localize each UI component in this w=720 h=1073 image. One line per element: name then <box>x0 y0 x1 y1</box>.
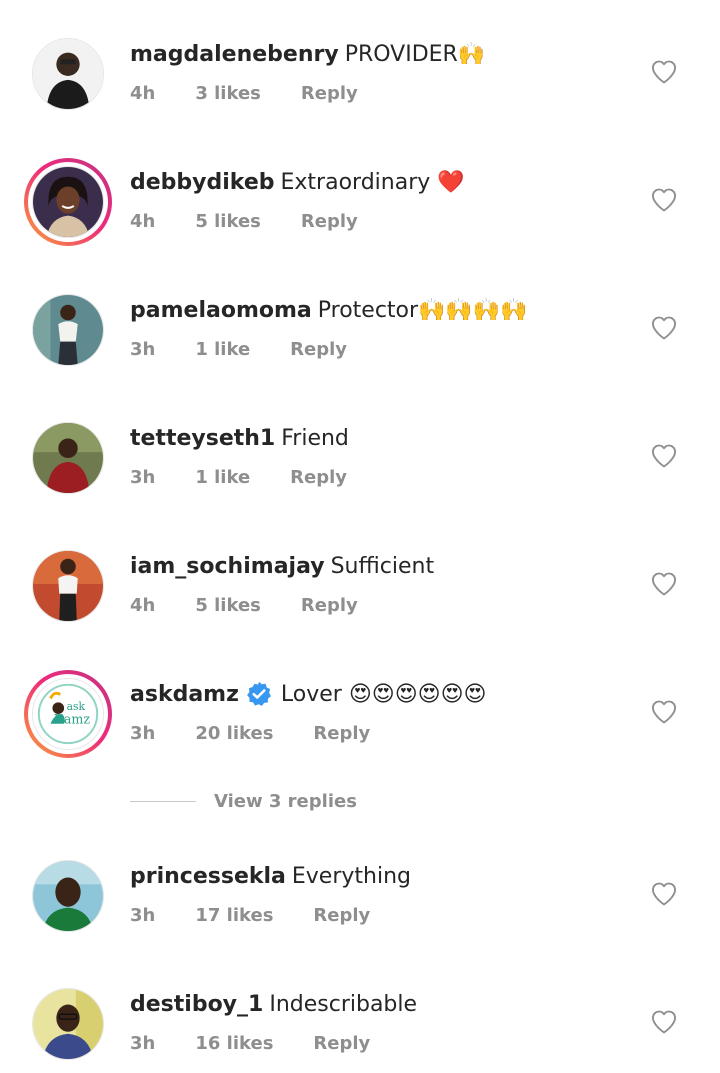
verified-badge-icon <box>247 681 271 706</box>
comment-item: ask Damz askdamz Lover 😍😍😍😍😍😍 3h 20 like… <box>0 670 720 806</box>
username[interactable]: princessekla <box>130 864 286 889</box>
comment-item: pamelaomoma Protector🙌🙌🙌🙌 3h 1 like Repl… <box>0 294 720 422</box>
comment-line: princessekla Everything <box>130 860 411 892</box>
avatar-image <box>32 988 104 1060</box>
comment-meta: 3h 1 like Reply <box>130 334 387 364</box>
heart-outline-icon[interactable] <box>650 186 678 214</box>
likes-count[interactable]: 3 likes <box>195 83 261 104</box>
avatar[interactable] <box>32 860 104 932</box>
avatar-image: ask Damz <box>32 678 104 750</box>
username[interactable]: tetteyseth1 <box>130 426 275 451</box>
heart-outline-icon[interactable] <box>650 880 678 908</box>
comment-line: debbydikeb Extraordinary ❤️ <box>130 166 465 198</box>
comment-text: Extraordinary ❤️ <box>280 169 465 195</box>
comment-time: 4h <box>130 82 156 104</box>
reply-button[interactable]: Reply <box>313 905 370 926</box>
heart-outline-icon[interactable] <box>650 570 678 598</box>
comment-time: 3h <box>130 1032 156 1054</box>
username[interactable]: askdamz <box>130 682 239 707</box>
likes-count[interactable]: 1 like <box>195 467 250 488</box>
comment-line: destiboy_1 Indescribable <box>130 988 417 1020</box>
likes-count[interactable]: 16 likes <box>195 1033 273 1054</box>
comment-text: Friend <box>281 425 349 451</box>
username[interactable]: pamelaomoma <box>130 298 312 323</box>
avatar[interactable] <box>32 422 104 494</box>
avatar[interactable] <box>32 988 104 1060</box>
reply-button[interactable]: Reply <box>301 83 358 104</box>
comment-text: Lover 😍😍😍😍😍😍 <box>280 681 487 707</box>
comment-text: Indescribable <box>269 991 418 1017</box>
comment-time: 4h <box>130 594 156 616</box>
heart-outline-icon[interactable] <box>650 314 678 342</box>
avatar[interactable] <box>32 550 104 622</box>
reply-button[interactable]: Reply <box>290 467 347 488</box>
comment-meta: 3h 16 likes Reply <box>130 1028 410 1058</box>
avatar-image <box>32 550 104 622</box>
comment-item: destiboy_1 Indescribable 3h 16 likes Rep… <box>0 988 720 1073</box>
avatar-image <box>32 422 104 494</box>
heart-outline-icon[interactable] <box>650 442 678 470</box>
likes-count[interactable]: 17 likes <box>195 905 273 926</box>
avatar-image <box>32 166 104 238</box>
avatar-image <box>32 38 104 110</box>
comment-meta: 3h 17 likes Reply <box>130 900 410 930</box>
reply-button[interactable]: Reply <box>290 339 347 360</box>
comment-text: Sufficient <box>330 553 435 579</box>
comment-time: 4h <box>130 210 156 232</box>
comment-item: tetteyseth1 Friend 3h 1 like Reply <box>0 422 720 550</box>
username[interactable]: destiboy_1 <box>130 992 263 1017</box>
comment-line: pamelaomoma Protector🙌🙌🙌🙌 <box>130 294 528 326</box>
likes-count[interactable]: 5 likes <box>195 211 261 232</box>
heart-outline-icon[interactable] <box>650 1008 678 1036</box>
comment-meta: 3h 20 likes Reply <box>130 718 410 748</box>
comment-text: Protector🙌🙌🙌🙌 <box>317 297 528 323</box>
username[interactable]: magdalenebenry <box>130 42 339 67</box>
comment-list: magdalenebenry PROVIDER🙌 4h 3 likes Repl… <box>0 0 720 1073</box>
comment-time: 3h <box>130 722 156 744</box>
view-replies-label: View 3 replies <box>214 790 357 812</box>
heart-outline-icon[interactable] <box>650 58 678 86</box>
comment-text: PROVIDER🙌 <box>344 41 486 67</box>
comment-time: 3h <box>130 338 156 360</box>
view-replies-button[interactable]: View 3 replies <box>130 786 357 816</box>
comment-item: princessekla Everything 3h 17 likes Repl… <box>0 860 720 988</box>
comment-meta: 4h 5 likes Reply <box>130 206 398 236</box>
likes-count[interactable]: 5 likes <box>195 595 261 616</box>
avatar-logo-text: Damz <box>54 712 91 727</box>
comment-meta: 4h 5 likes Reply <box>130 590 398 620</box>
avatar-image <box>32 860 104 932</box>
avatar-image <box>32 294 104 366</box>
comment-meta: 3h 1 like Reply <box>130 462 387 492</box>
comment-time: 3h <box>130 466 156 488</box>
reply-button[interactable]: Reply <box>313 1033 370 1054</box>
username[interactable]: iam_sochimajay <box>130 554 325 579</box>
comment-meta: 4h 3 likes Reply <box>130 78 398 108</box>
avatar[interactable] <box>32 294 104 366</box>
replies-divider <box>130 800 196 802</box>
comment-line: askdamz Lover 😍😍😍😍😍😍 <box>130 678 486 710</box>
comment-line: iam_sochimajay Sufficient <box>130 550 434 582</box>
likes-count[interactable]: 1 like <box>195 339 250 360</box>
comment-text: Everything <box>291 863 411 889</box>
comment-line: tetteyseth1 Friend <box>130 422 349 454</box>
heart-outline-icon[interactable] <box>650 698 678 726</box>
comment-time: 3h <box>130 904 156 926</box>
reply-button[interactable]: Reply <box>301 595 358 616</box>
comment-line: magdalenebenry PROVIDER🙌 <box>130 38 485 70</box>
comment-item: magdalenebenry PROVIDER🙌 4h 3 likes Repl… <box>0 38 720 166</box>
reply-button[interactable]: Reply <box>301 211 358 232</box>
avatar[interactable] <box>24 158 112 246</box>
avatar[interactable] <box>32 38 104 110</box>
username[interactable]: debbydikeb <box>130 170 275 195</box>
avatar[interactable]: ask Damz <box>24 670 112 758</box>
comment-item: iam_sochimajay Sufficient 4h 5 likes Rep… <box>0 550 720 678</box>
comment-item: debbydikeb Extraordinary ❤️ 4h 5 likes R… <box>0 158 720 294</box>
reply-button[interactable]: Reply <box>313 723 370 744</box>
likes-count[interactable]: 20 likes <box>195 723 273 744</box>
